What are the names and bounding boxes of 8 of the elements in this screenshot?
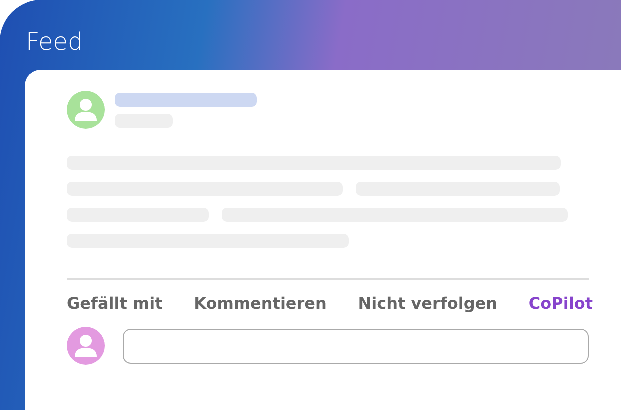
comment-field[interactable] — [123, 328, 589, 364]
avatar-icon — [67, 91, 105, 129]
action-link[interactable]: Nicht verfolgen — [358, 294, 498, 313]
page-title: Feed — [26, 27, 84, 58]
action-link[interactable]: Kommentieren — [194, 294, 327, 313]
action-link[interactable]: Gefällt mit — [67, 294, 163, 313]
avatar-icon — [67, 327, 105, 365]
action-link[interactable]: CoPilot — [528, 294, 593, 313]
